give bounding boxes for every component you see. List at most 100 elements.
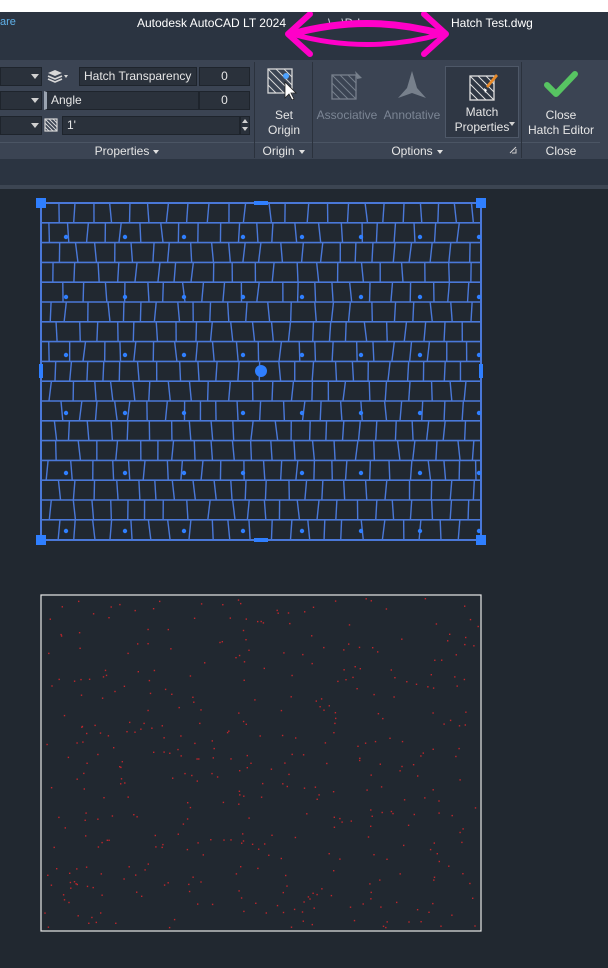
hatch-speckle	[198, 758, 200, 760]
hatch-transparency-label[interactable]: Hatch Transparency	[79, 67, 197, 86]
annotative-button[interactable]: Annotative	[380, 64, 444, 140]
hatch-speckle	[238, 654, 241, 657]
hatch-speckle	[333, 732, 335, 734]
hatch-joint-line	[85, 222, 90, 243]
hatch-speckle	[222, 801, 225, 804]
hatch-speckle	[163, 751, 165, 753]
hatch-speckle	[230, 758, 232, 760]
hatch-node	[63, 410, 69, 416]
transparency-layers-icon[interactable]	[46, 68, 68, 84]
hatch-joint-line	[54, 361, 57, 382]
set-origin-label-1: Set	[274, 108, 293, 122]
hatch-joint-line	[450, 301, 453, 322]
hatch-joint-line	[271, 262, 275, 283]
drawing-area[interactable]	[0, 189, 608, 968]
hatch-transparency-value[interactable]: 0	[199, 67, 250, 86]
sparse-dot-hatch[interactable]	[44, 598, 479, 929]
hatch-speckle	[79, 647, 81, 649]
hatch-joint-line	[271, 381, 274, 402]
properties-panel-title[interactable]: Properties	[0, 142, 254, 158]
hatch-scale-field[interactable]: 1'	[62, 116, 240, 135]
corner-grip	[36, 198, 46, 208]
set-origin-button[interactable]: Set Origin	[258, 64, 310, 140]
layer-dropdown[interactable]	[0, 116, 42, 135]
hatch-speckle	[463, 678, 466, 681]
hatch-node	[476, 352, 482, 358]
hatch-speckle	[334, 600, 337, 602]
hatch-joint-line	[354, 440, 359, 461]
background-color-dropdown[interactable]	[0, 91, 42, 110]
drawing-canvas[interactable]	[0, 189, 608, 968]
hatch-speckle	[133, 814, 135, 816]
origin-panel-title[interactable]: Origin	[255, 142, 312, 158]
hatch-joint-line	[312, 321, 315, 342]
hatch-speckle	[100, 873, 102, 875]
hatch-joint-line	[147, 282, 150, 303]
hatch-joint-line	[321, 480, 324, 501]
hatch-joint-line	[409, 460, 413, 481]
hatch-speckle	[432, 789, 434, 791]
hatch-joint-line	[413, 222, 416, 243]
hatch-speckle	[211, 740, 213, 742]
hatch-joint-line	[166, 242, 170, 263]
hatch-speckle	[248, 649, 250, 651]
hatch-speckle	[420, 755, 422, 757]
hatch-speckle	[282, 911, 285, 914]
hatch-speckle	[333, 870, 335, 872]
hatch-joint-line	[313, 460, 316, 481]
hatch-joint-line	[207, 499, 211, 520]
hatch-speckle	[427, 686, 429, 688]
match-properties-button[interactable]: Match Properties	[445, 66, 519, 138]
hatch-speckle	[290, 926, 293, 928]
hatch-joint-line	[340, 222, 344, 243]
chevron-down-icon[interactable]	[509, 122, 515, 126]
hatch-speckle	[111, 815, 114, 817]
hatch-node	[417, 294, 423, 300]
hatch-speckle	[86, 732, 88, 735]
hatch-joint-line	[102, 361, 105, 382]
lower-hatch-boundary[interactable]	[40, 594, 482, 932]
hatch-color-dropdown[interactable]	[0, 67, 42, 86]
hatch-node	[63, 294, 69, 300]
hatch-speckle	[100, 912, 102, 914]
hatch-speckle	[238, 712, 240, 714]
scale-spinner[interactable]	[240, 116, 250, 135]
hatch-speckle	[462, 873, 464, 875]
hatch-speckle	[262, 622, 265, 624]
hatch-joint-line	[375, 222, 378, 243]
hatch-speckle	[51, 685, 53, 687]
hatch-joint-line	[200, 460, 204, 481]
hatch-joint-line	[195, 321, 198, 342]
hatch-speckle	[406, 681, 408, 683]
angle-value[interactable]: 0	[199, 91, 250, 110]
hatch-speckle	[265, 912, 267, 914]
dialog-launcher-icon[interactable]	[509, 146, 517, 154]
close-hatch-editor-button[interactable]: Close Hatch Editor	[522, 64, 600, 140]
share-link[interactable]: are	[0, 16, 16, 28]
hatch-joint-line	[66, 222, 70, 243]
hatch-speckle	[136, 891, 138, 893]
hatch-speckle	[147, 643, 149, 645]
hatch-joint-line	[368, 381, 371, 402]
hatch-speckle	[429, 848, 432, 851]
angle-label[interactable]: Angle	[44, 91, 199, 110]
hatch-joint-line	[132, 381, 136, 402]
hatch-joint-line	[178, 361, 182, 382]
hatch-joint-line	[57, 480, 62, 501]
hatch-speckle	[135, 874, 137, 876]
associative-button[interactable]: Associative	[315, 64, 379, 140]
close-panel-title[interactable]: Close	[522, 142, 600, 158]
hatch-joint-line	[420, 400, 424, 421]
hatch-speckle	[432, 748, 434, 750]
hatch-speckle	[143, 722, 145, 725]
hatch-speckle	[373, 693, 375, 696]
hatch-joint-line	[160, 222, 164, 243]
hatch-node	[122, 294, 128, 300]
hatch-joint-line	[323, 519, 326, 540]
hatch-speckle	[316, 893, 318, 896]
options-panel-title[interactable]: Options	[313, 142, 521, 158]
hatch-joint-line	[374, 420, 378, 441]
hatch-speckle	[401, 740, 404, 743]
hatch-speckle	[357, 745, 359, 747]
hatch-joint-line	[423, 321, 427, 342]
